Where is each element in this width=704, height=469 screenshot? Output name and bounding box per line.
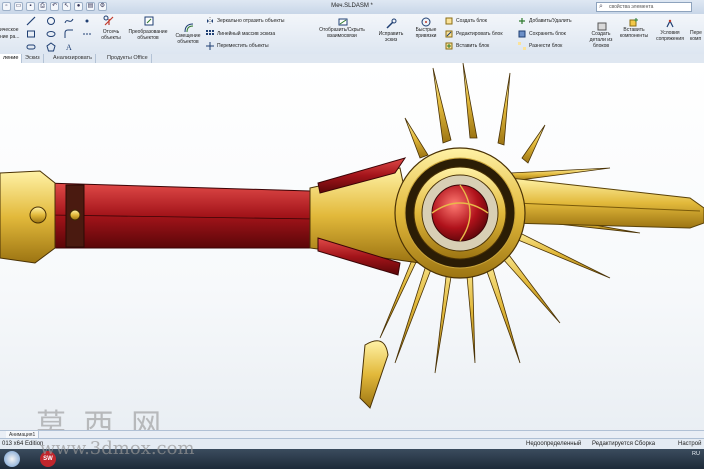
fillet-icon[interactable] [64,29,74,39]
zoom-fit-icon[interactable]: ⊕ [280,63,288,65]
move-component-button[interactable]: Пере комп [690,30,704,42]
previous-view-icon[interactable]: ↺ [304,63,312,65]
start-button-icon[interactable] [4,451,20,467]
sword-model [0,63,704,409]
edit-block-button[interactable]: Редактировать блок [456,31,503,37]
text-icon[interactable]: A [64,42,74,52]
explode-block-button[interactable]: Разнести блок [529,43,562,49]
tab-office-products[interactable]: Продукты Office [104,54,152,63]
circle-icon[interactable] [46,16,56,26]
zoom-area-icon[interactable]: ⊙ [292,63,300,65]
centerline-icon[interactable] [82,29,92,39]
convert-button[interactable]: Преобразование объектов [124,29,172,41]
section-view-icon[interactable]: ◧ [316,63,324,65]
save-block-icon[interactable] [518,30,526,38]
editing-status: Редактируется Сборка [592,441,656,447]
blade [509,177,704,229]
spline-icon[interactable] [64,16,74,26]
slot-icon[interactable] [26,42,36,52]
point-icon[interactable] [82,16,92,26]
watermark-url: www.3dmox.com [40,438,195,459]
edit-appearance-icon[interactable]: ✎ [364,63,372,65]
hud-toolbar: ⊕ ⊙ ↺ ◧ ◈ ▣ ◉ ✎ ▦ ▤ [280,63,396,65]
add-remove-button[interactable]: Добавить/Удалить [529,18,572,24]
mirror-button[interactable]: Зеркально отразить объекты [217,18,284,24]
rectangle-icon[interactable] [26,29,36,39]
make-block-button[interactable]: Создать блок [456,18,487,24]
hide-show-icon[interactable]: ◉ [352,63,360,65]
explode-block-icon[interactable] [518,42,526,50]
insert-block-icon[interactable] [445,42,453,50]
display-relations-button[interactable]: Отобразить/Скрыть взаимосвязи [318,27,366,39]
sketch-cut-label: ическое [0,27,19,33]
tab-assembly[interactable]: ление [0,54,23,63]
linear-pattern-button[interactable]: Линейный массив эскиза [217,31,275,37]
repair-sketch-button[interactable]: Исправить эскиз [378,31,404,43]
mate-button[interactable]: Условия сопряжения [652,30,688,42]
command-manager-ribbon: ическое ние ра... A Отсечь объекты Преоб… [0,14,704,55]
pommel [0,170,56,264]
mate-icon[interactable] [664,18,676,30]
red-gem [431,184,489,242]
scene-icon[interactable]: ▦ [376,63,384,65]
trim-button[interactable]: Отсечь объекты [98,29,124,41]
search-icon: ⌕ [599,3,603,10]
linear-pattern-icon[interactable] [206,30,214,38]
repair-sketch-icon[interactable] [385,18,397,30]
insert-components-button[interactable]: Вставить компоненты [616,27,652,39]
trim-icon[interactable] [103,15,115,27]
underdefined-status: Недоопределенный [526,441,582,447]
convert-entities-icon[interactable] [143,15,155,27]
quick-snaps-button[interactable]: Быстрые привязки [412,27,440,39]
search-placeholder: свойства элемента [609,4,654,10]
view-orientation-icon[interactable]: ◈ [328,63,336,65]
edition-label: 013 x64 Edition [2,441,44,447]
edit-block-icon[interactable] [445,30,453,38]
move-button[interactable]: Переместить объекты [217,43,269,49]
tab-evaluate[interactable]: Анализировать [50,54,96,63]
polygon-icon[interactable] [46,42,56,52]
tab-sketch[interactable]: Эскиз [22,54,44,63]
display-style-icon[interactable]: ▣ [340,63,348,65]
offset-button[interactable]: Смещение объектов [173,33,203,45]
make-block-icon[interactable] [445,17,453,25]
language-indicator[interactable]: RU [692,451,700,458]
graphics-area[interactable]: ⊕ ⊙ ↺ ◧ ◈ ▣ ◉ ✎ ▦ ▤ [0,63,704,436]
part-from-block-button[interactable]: Создать детали из блоков [586,31,616,49]
insert-block-button[interactable]: Вставить блок [456,43,489,49]
title-bar: ▫ ▭ ▪ ⎙ ↶ ↖ ● ▤ ⚙ Меч.SLDASM * ⌕ свойств… [0,0,704,15]
ellipse-icon[interactable] [46,29,56,39]
customize-button[interactable]: Настрой [678,441,701,447]
mirror-icon[interactable] [206,17,214,25]
svg-text:A: A [66,43,72,52]
view-settings-icon[interactable]: ▤ [388,63,396,65]
add-remove-icon[interactable] [518,17,526,25]
sketch-cut-label-2: ние ра... [0,34,20,40]
hook [359,340,389,409]
move-entities-icon[interactable] [206,42,214,50]
line-icon[interactable] [26,16,36,26]
search-input[interactable]: ⌕ свойства элемента [596,2,692,12]
save-block-button[interactable]: Сохранить блок [529,31,566,37]
